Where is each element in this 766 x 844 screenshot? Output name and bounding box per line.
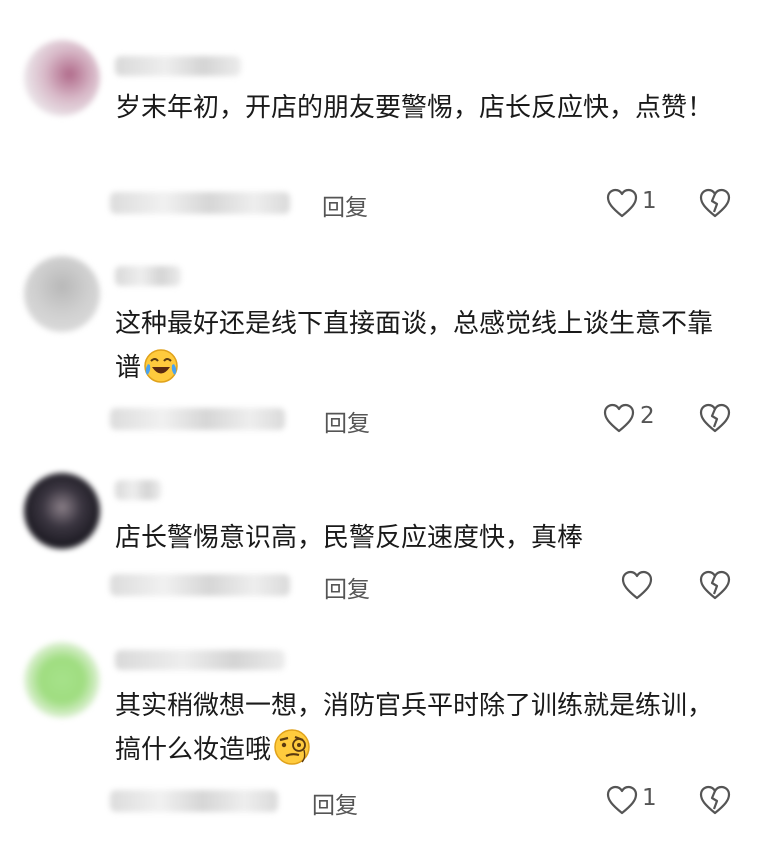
heart-icon[interactable]	[603, 403, 635, 433]
comment-timestamp	[110, 574, 290, 596]
heart-icon[interactable]	[606, 188, 638, 218]
avatar[interactable]	[24, 642, 100, 718]
reply-button[interactable]: 回复	[324, 404, 370, 438]
comment-text: 其实稍微想一想，消防官兵平时除了训练就是练训，搞什么妆造哦	[115, 684, 735, 772]
reply-button[interactable]: 回复	[312, 786, 358, 820]
comment-timestamp	[110, 790, 278, 812]
skeptical-monocle-emoji	[274, 729, 310, 765]
avatar[interactable]	[24, 256, 100, 332]
reply-button[interactable]: 回复	[324, 570, 370, 604]
username[interactable]	[115, 480, 161, 500]
broken-heart-icon[interactable]	[699, 188, 731, 218]
broken-heart-icon[interactable]	[699, 785, 731, 815]
comment-timestamp	[110, 408, 285, 430]
heart-icon[interactable]	[621, 570, 653, 600]
heart-icon[interactable]	[606, 785, 638, 815]
avatar[interactable]	[24, 40, 100, 116]
comment-text: 岁末年初，开店的朋友要警惕，店长反应快，点赞！	[115, 93, 714, 123]
comment-text: 这种最好还是线下直接面谈，总感觉线上谈生意不靠谱	[115, 302, 735, 390]
username[interactable]	[115, 650, 285, 670]
comment-timestamp	[110, 192, 290, 214]
laughing-crying-emoji	[144, 349, 178, 383]
broken-heart-icon[interactable]	[699, 403, 731, 433]
like-count: 1	[642, 188, 657, 214]
comment-text-content: 这种最好还是线下直接面谈，总感觉线上谈生意不靠谱	[115, 309, 714, 383]
username[interactable]	[115, 56, 241, 76]
username[interactable]	[115, 266, 181, 286]
like-count: 2	[640, 403, 655, 429]
reply-button[interactable]: 回复	[322, 188, 368, 222]
comment-text: 店长警惕意识高，民警反应速度快，真棒	[115, 523, 584, 553]
like-count: 1	[642, 785, 657, 811]
comment-text-content: 其实稍微想一想，消防官兵平时除了训练就是练训，搞什么妆造哦	[115, 691, 714, 765]
avatar[interactable]	[24, 473, 100, 549]
broken-heart-icon[interactable]	[699, 570, 731, 600]
